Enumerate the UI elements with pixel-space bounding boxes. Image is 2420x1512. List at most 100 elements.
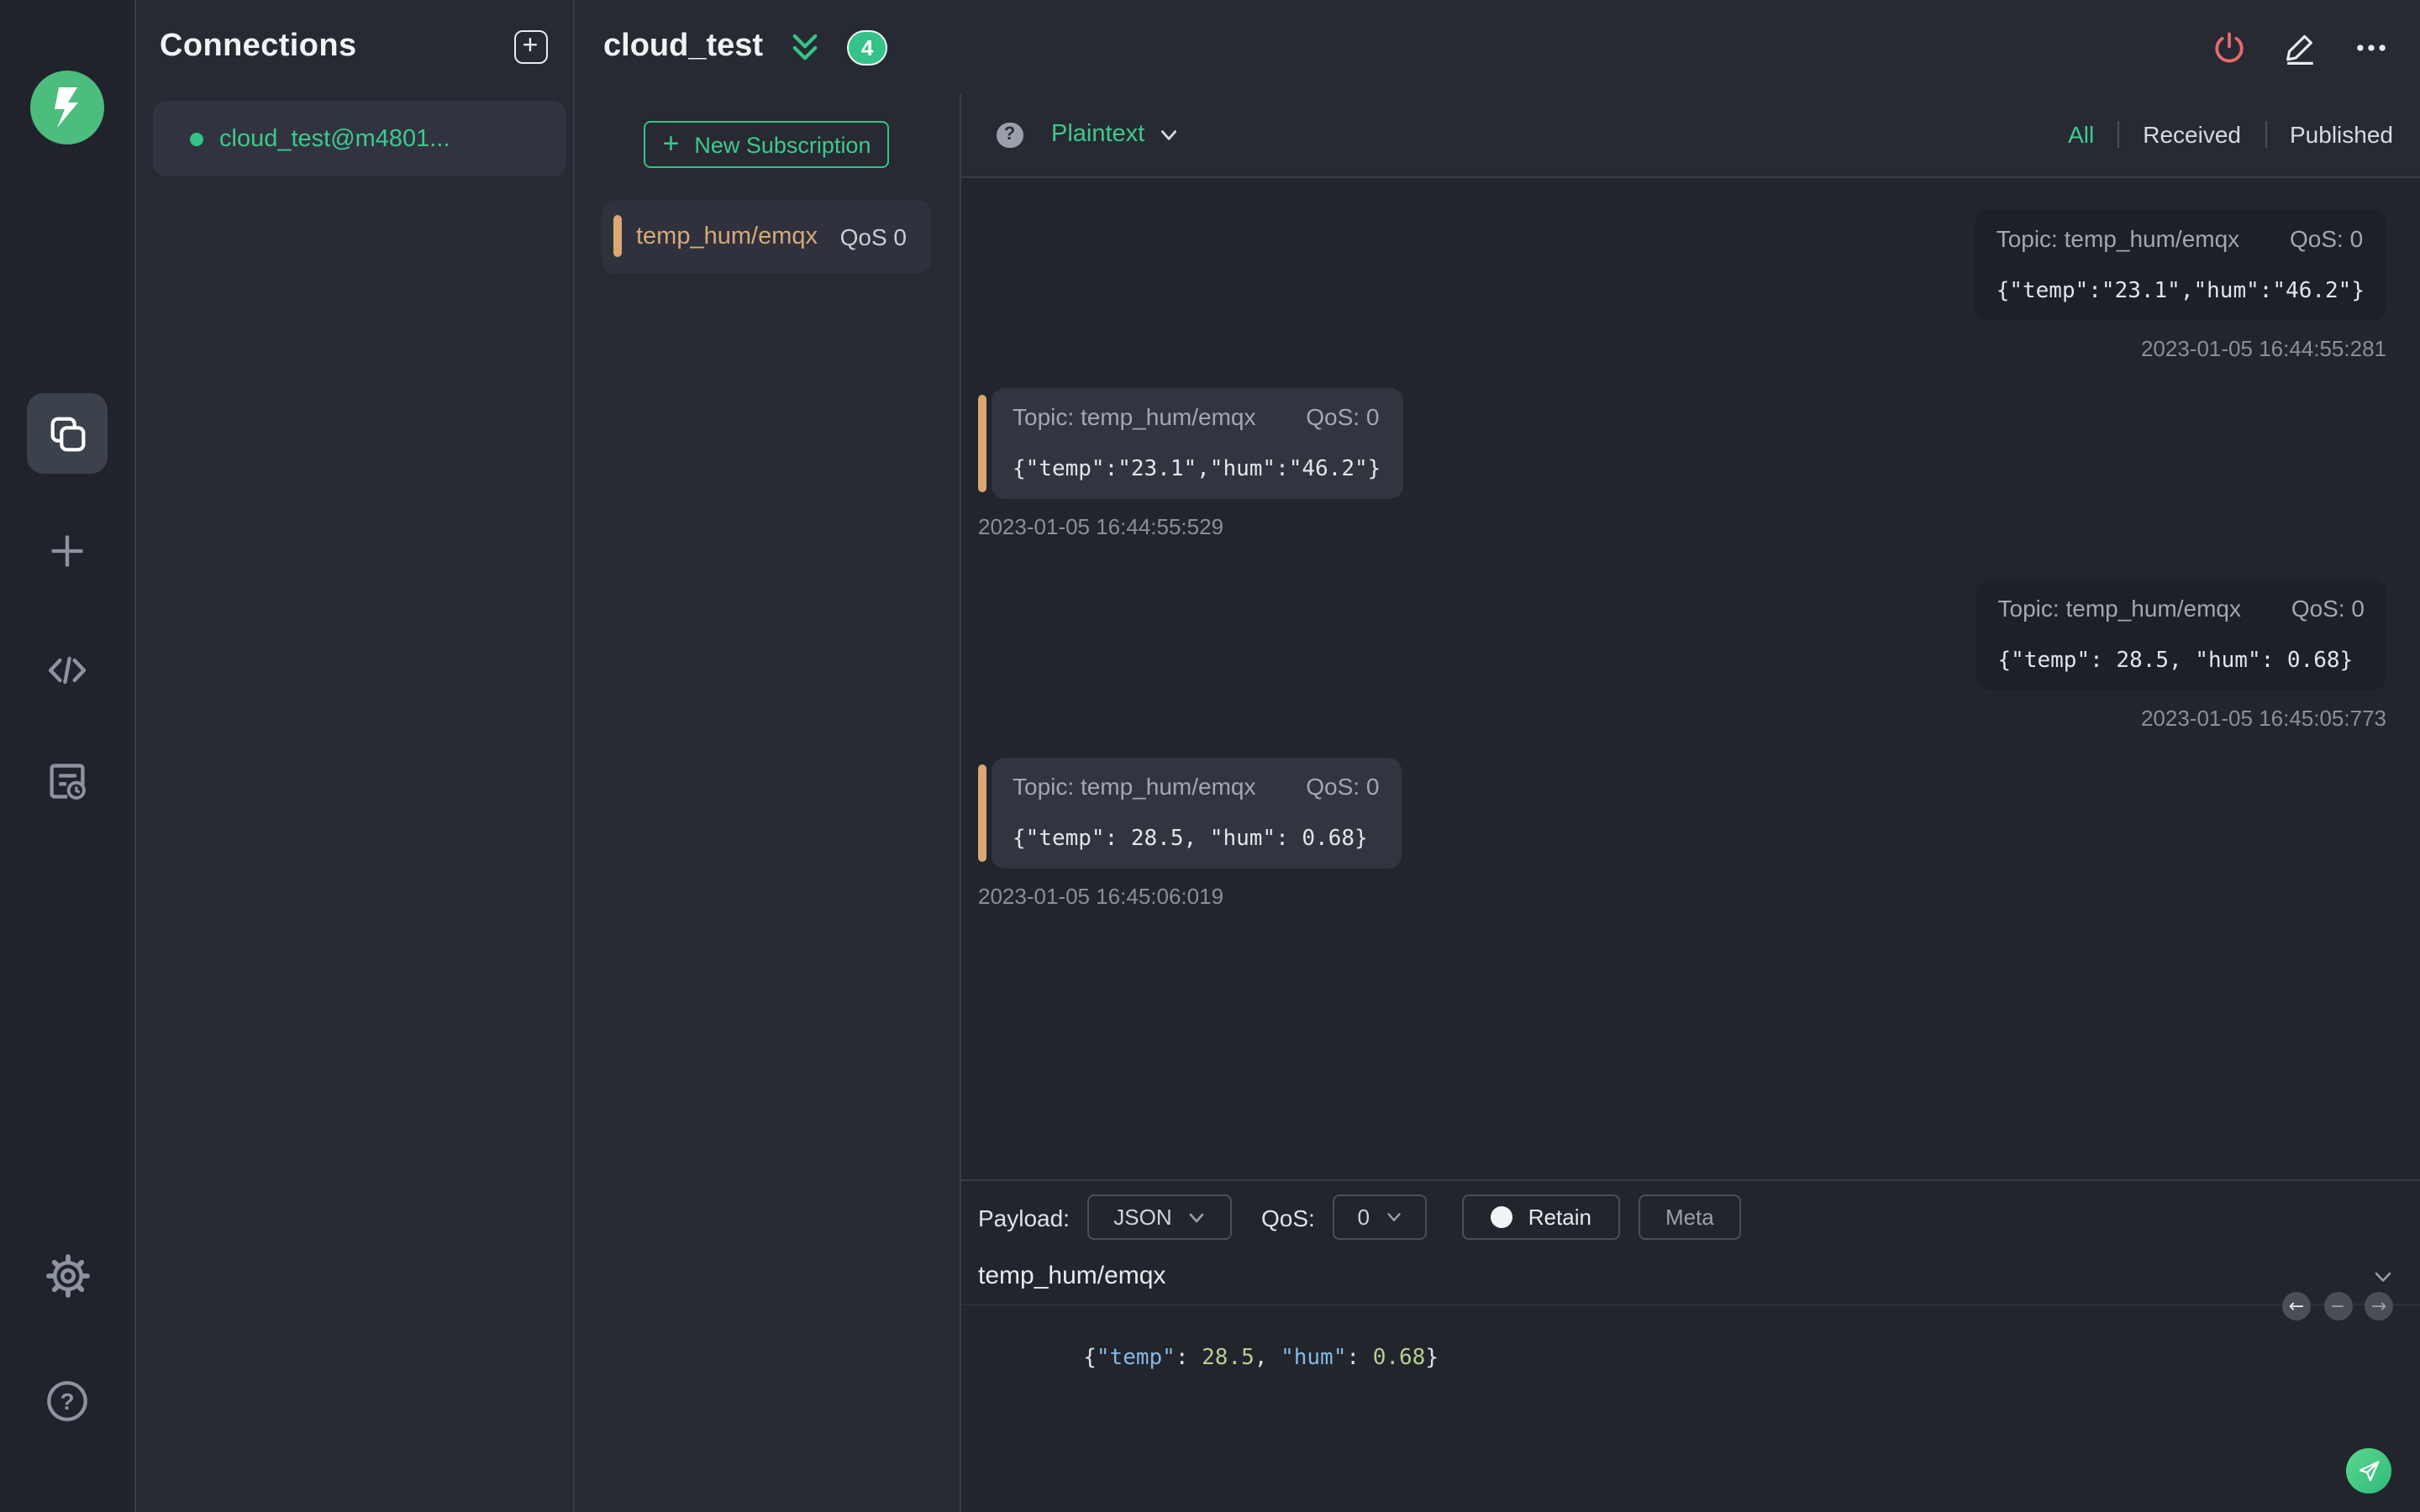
- edit-connection-button[interactable]: [2282, 29, 2317, 65]
- subscription-color-marker: [613, 215, 621, 257]
- message-format-dropdown[interactable]: Plaintext: [1051, 122, 1180, 149]
- message-payload: {"temp":"23.1","hum":"46.2"}: [1996, 278, 2365, 303]
- received-message: Topic: temp_hum/emqx QoS: 0 {"temp": 28.…: [978, 757, 2386, 908]
- chevron-down-icon: [1387, 1213, 1401, 1221]
- svg-text:?: ?: [60, 1389, 74, 1415]
- sidebar-script-button[interactable]: [27, 630, 108, 711]
- connected-status-dot: [189, 132, 203, 145]
- qos-value: 0: [1365, 772, 1380, 799]
- sidebar-new-connection-button[interactable]: [27, 511, 108, 591]
- qos-label: QoS:: [2289, 224, 2344, 251]
- retain-label: Retain: [1528, 1205, 1591, 1230]
- more-options-button[interactable]: [2353, 29, 2390, 65]
- subscription-item[interactable]: temp_hum/emqx QoS 0: [601, 199, 930, 273]
- subscription-topic: temp_hum/emqx: [636, 223, 818, 249]
- topic-value: temp_hum/emqx: [2065, 594, 2242, 621]
- topic-value: temp_hum/emqx: [1080, 772, 1256, 799]
- message-count-badge: 4: [847, 29, 888, 65]
- message-card: Topic: temp_hum/emqx QoS: 0 {"temp":"23.…: [1974, 209, 2386, 320]
- subscription-color-marker: [978, 394, 986, 491]
- connections-panel: Connections + cloud_test@m4801...: [136, 0, 574, 1512]
- payload-format-select[interactable]: JSON: [1087, 1194, 1233, 1240]
- published-message: Topic: temp_hum/emqx QoS: 0 {"temp": 28.…: [978, 579, 2386, 730]
- qos-label: QoS:: [1306, 402, 1360, 429]
- message-timestamp: 2023-01-05 16:44:55:529: [978, 513, 1224, 538]
- qos-value: 0: [1357, 1205, 1370, 1230]
- main-header: cloud_test 4: [575, 0, 2420, 94]
- received-message: Topic: temp_hum/emqx QoS: 0 {"temp":"23.…: [978, 387, 2386, 538]
- messages-area: ? Plaintext All Received Published Topic…: [961, 94, 2420, 1512]
- plus-icon: +: [522, 32, 539, 60]
- payload-label: Payload:: [978, 1204, 1070, 1231]
- collapse-pager-button[interactable]: −: [2323, 1292, 2352, 1320]
- published-message: Topic: temp_hum/emqx QoS: 0 {"temp":"23.…: [978, 209, 2386, 360]
- disconnect-button[interactable]: [2212, 29, 2247, 65]
- topic-label: Topic:: [1013, 402, 1075, 429]
- plus-icon: [51, 535, 83, 567]
- sidebar-log-button[interactable]: [27, 741, 108, 822]
- message-payload: {"temp": 28.5, "hum": 0.68}: [1013, 826, 1368, 851]
- topic-value: temp_hum/emqx: [1080, 402, 1256, 429]
- new-subscription-label: New Subscription: [694, 132, 871, 157]
- qos-label: QoS:: [1306, 772, 1360, 799]
- message-card: Topic: temp_hum/emqx QoS: 0 {"temp":"23.…: [991, 387, 1403, 498]
- message-card: Topic: temp_hum/emqx QoS: 0 {"temp": 28.…: [991, 757, 1402, 868]
- ellipsis-icon: [2357, 44, 2386, 50]
- chevron-down-icon: [1161, 129, 1177, 140]
- log-icon: [50, 764, 86, 800]
- qos-select[interactable]: 0: [1333, 1194, 1428, 1240]
- topic-input[interactable]: [978, 1262, 2353, 1290]
- power-icon: [2215, 31, 2244, 62]
- payload-format-value: JSON: [1113, 1205, 1172, 1230]
- topic-input-row: [961, 1252, 2420, 1305]
- plus-icon: +: [662, 128, 680, 160]
- messages-toolbar: ? Plaintext All Received Published: [961, 94, 2420, 177]
- gear-icon: [45, 1253, 89, 1297]
- topic-label: Topic:: [1013, 772, 1075, 799]
- retain-toggle-dot: [1491, 1206, 1513, 1228]
- header-actions: [2212, 29, 2420, 65]
- mqttx-logo-icon: [30, 71, 104, 144]
- add-connection-button[interactable]: +: [513, 30, 547, 64]
- connections-title: Connections: [160, 29, 357, 64]
- connection-list-item[interactable]: cloud_test@m4801...: [152, 101, 566, 176]
- message-payload: {"temp": 28.5, "hum": 0.68}: [1997, 648, 2354, 673]
- message-timestamp: 2023-01-05 16:44:55:281: [2140, 335, 2386, 360]
- expand-editor-button[interactable]: [2371, 1265, 2395, 1295]
- payload-format-help-icon[interactable]: ?: [997, 122, 1023, 148]
- active-connection-title: cloud_test: [603, 29, 764, 64]
- send-button[interactable]: [2346, 1448, 2391, 1494]
- subscriptions-panel: + New Subscription temp_hum/emqx QoS 0: [575, 94, 960, 1512]
- publish-payload-code: {"temp": 28.5, "hum": 0.68}: [1083, 1346, 1439, 1371]
- pencil-icon: [2286, 34, 2313, 64]
- publish-payload-editor[interactable]: {"temp": 28.5, "hum": 0.68}: [961, 1305, 2420, 1396]
- mqttx-app: ? Connections + cloud_test@m4801... clou…: [0, 0, 2420, 1512]
- sidebar-connections-button[interactable]: [27, 393, 108, 474]
- subscription-qos: QoS 0: [839, 223, 907, 249]
- chevron-down-icon: [2375, 1272, 2391, 1282]
- new-subscription-button[interactable]: + New Subscription: [644, 121, 890, 168]
- filter-received-tab[interactable]: Received: [2119, 122, 2265, 149]
- next-message-button[interactable]: →: [2365, 1292, 2393, 1320]
- connection-name: cloud_test@m4801...: [219, 125, 450, 152]
- filter-all-tab[interactable]: All: [2044, 122, 2118, 149]
- filter-published-tab[interactable]: Published: [2266, 122, 2393, 149]
- sidebar-settings-button[interactable]: [27, 1235, 108, 1315]
- retain-toggle[interactable]: Retain: [1462, 1194, 1620, 1240]
- qos-value: 0: [2349, 224, 2364, 251]
- help-icon: ?: [47, 1381, 87, 1421]
- message-timestamp: 2023-01-05 16:45:05:773: [2140, 705, 2386, 730]
- message-payload: {"temp":"23.1","hum":"46.2"}: [1013, 456, 1381, 481]
- collapse-panel-button[interactable]: [786, 29, 823, 65]
- topic-label: Topic:: [1997, 594, 2060, 621]
- qos-value: 0: [2351, 594, 2365, 621]
- message-pager: ← − →: [2282, 1292, 2393, 1320]
- topic-label: Topic:: [1996, 224, 2058, 251]
- message-format-value: Plaintext: [1051, 121, 1145, 149]
- message-timestamp: 2023-01-05 16:45:06:019: [978, 883, 1224, 908]
- code-icon: [48, 656, 87, 685]
- qos-value: 0: [1365, 402, 1380, 429]
- sidebar-help-button[interactable]: ?: [27, 1361, 108, 1441]
- prev-message-button[interactable]: ←: [2282, 1292, 2311, 1320]
- meta-button[interactable]: Meta: [1638, 1194, 1741, 1240]
